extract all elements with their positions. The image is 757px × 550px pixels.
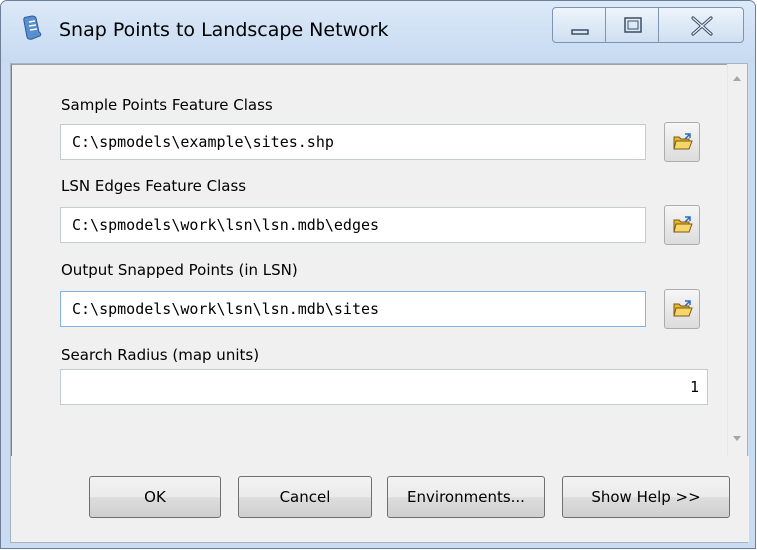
sample-points-label: Sample Points Feature Class	[61, 96, 273, 114]
window-title: Snap Points to Landscape Network	[59, 19, 389, 41]
search-radius-label: Search Radius (map units)	[61, 346, 260, 364]
maximize-button[interactable]	[605, 7, 659, 43]
lsn-edges-browse-button[interactable]	[664, 205, 700, 245]
scroll-up-arrow-icon[interactable]	[733, 76, 741, 81]
script-scroll-icon	[21, 15, 43, 41]
minimize-icon	[571, 29, 589, 35]
parameters-panel: Sample Points Feature Class C:\spmodels\…	[11, 64, 727, 456]
open-folder-icon	[673, 133, 693, 150]
output-points-label: Output Snapped Points (in LSN)	[61, 261, 298, 279]
close-icon	[691, 16, 713, 36]
lsn-edges-input[interactable]: C:\spmodels\work\lsn\lsn.mdb\edges	[60, 207, 646, 243]
sample-points-input[interactable]: C:\spmodels\example\sites.shp	[60, 124, 646, 160]
title-bar[interactable]: Snap Points to Landscape Network	[1, 1, 755, 63]
minimize-button[interactable]	[552, 7, 606, 43]
cancel-button[interactable]: Cancel	[238, 476, 372, 518]
vertical-scrollbar[interactable]	[727, 64, 747, 456]
dialog-body: Sample Points Feature Class C:\spmodels\…	[10, 63, 749, 543]
open-folder-icon	[673, 216, 693, 233]
environments-button[interactable]: Environments...	[387, 476, 545, 518]
open-folder-icon	[673, 300, 693, 317]
search-radius-input[interactable]: 1	[60, 369, 708, 405]
close-button[interactable]	[658, 7, 744, 43]
sample-points-browse-button[interactable]	[664, 122, 700, 162]
window-controls	[552, 7, 744, 49]
maximize-icon	[624, 17, 642, 33]
scroll-down-arrow-icon[interactable]	[733, 436, 741, 441]
output-points-input[interactable]: C:\spmodels\work\lsn\lsn.mdb\sites	[60, 291, 646, 327]
output-points-browse-button[interactable]	[664, 289, 700, 329]
lsn-edges-label: LSN Edges Feature Class	[61, 177, 247, 195]
show-help-button[interactable]: Show Help >>	[562, 476, 730, 518]
dialog-window: Snap Points to Landscape Network Sample …	[0, 0, 756, 549]
ok-button[interactable]: OK	[89, 476, 221, 518]
